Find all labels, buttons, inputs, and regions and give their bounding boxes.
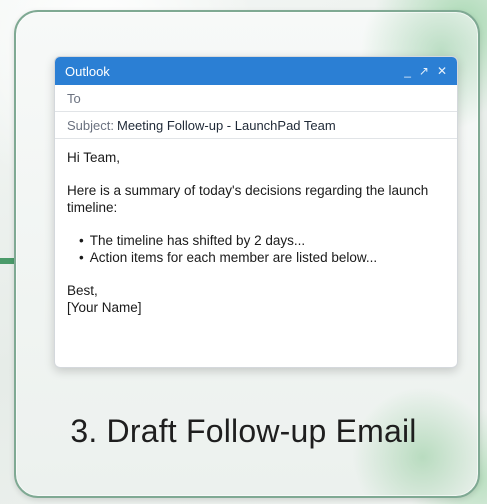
minimize-icon[interactable]: _ — [404, 65, 411, 77]
to-field[interactable]: To — [55, 85, 457, 112]
window-title: Outlook — [65, 63, 110, 79]
signature: [Your Name] — [67, 300, 142, 315]
flow-connector — [0, 258, 14, 264]
to-label: To — [67, 90, 81, 106]
bullet-list: The timeline has shifted by 2 days... Ac… — [67, 232, 445, 266]
window-titlebar: Outlook _ ↗ ✕ — [55, 57, 457, 85]
signoff: Best, — [67, 283, 98, 298]
list-item: The timeline has shifted by 2 days... — [79, 232, 445, 249]
window-controls: _ ↗ ✕ — [404, 65, 447, 77]
maximize-icon[interactable]: ↗ — [419, 65, 429, 77]
subject-field[interactable]: Subject: Meeting Follow-up - LaunchPad T… — [55, 112, 457, 139]
email-compose-window: Outlook _ ↗ ✕ To Subject: Meeting Follow… — [54, 56, 458, 368]
close-icon[interactable]: ✕ — [437, 65, 447, 77]
subject-value: Meeting Follow-up - LaunchPad Team — [116, 117, 336, 133]
greeting: Hi Team, — [67, 150, 121, 165]
list-item: Action items for each member are listed … — [79, 249, 445, 266]
email-body[interactable]: Hi Team, Here is a summary of today's de… — [55, 139, 457, 316]
intro-paragraph: Here is a summary of today's decisions r… — [67, 183, 429, 215]
step-caption: 3. Draft Follow-up Email — [70, 413, 417, 449]
subject-label: Subject: — [67, 117, 114, 133]
